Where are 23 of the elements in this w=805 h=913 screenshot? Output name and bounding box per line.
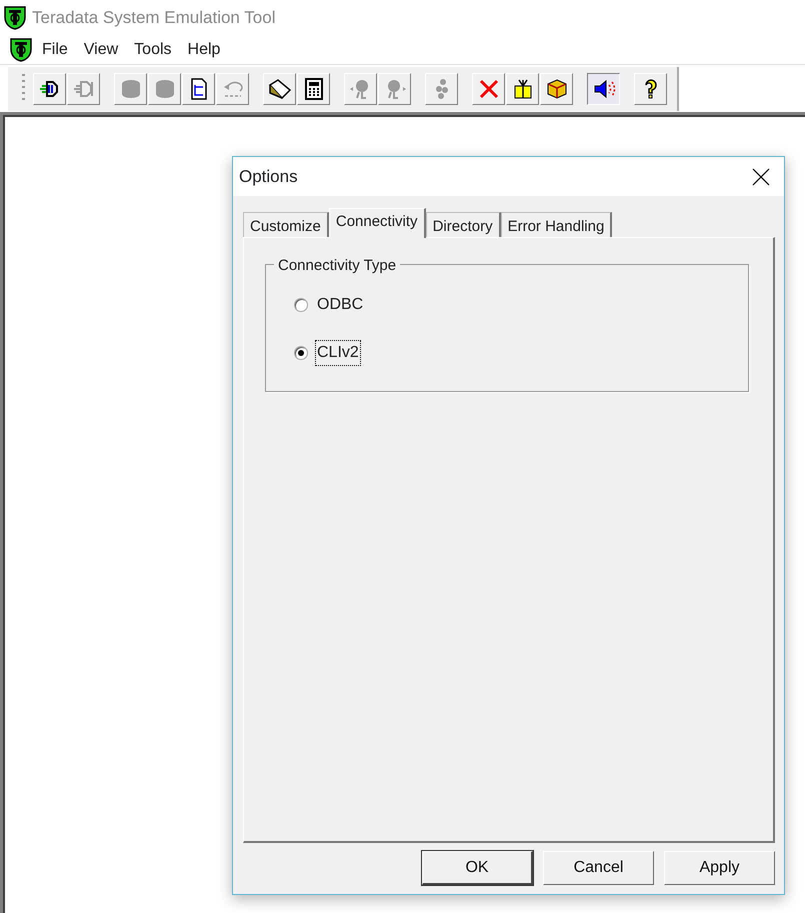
menu-item[interactable]: File [36,38,74,62]
radio-button[interactable] [294,346,308,360]
toolbar-button[interactable] [587,72,620,104]
shield-logo-icon [4,6,26,30]
dialog-button[interactable]: Apply [664,851,775,885]
menu-item[interactable]: View [78,38,124,62]
tab[interactable]: Directory [426,212,501,237]
box-icon [544,76,568,100]
menu-item[interactable]: Help [182,38,226,62]
radio-label[interactable]: CLIv2 [316,341,360,365]
dialog-title: Options [239,166,298,188]
window-title: Teradata System Emulation Tool [32,7,276,30]
tab[interactable]: Customize [243,212,329,237]
dialog-button[interactable]: OK [422,851,533,885]
radio-label[interactable]: ODBC [316,293,364,317]
shield-logo-icon [10,38,32,62]
radio-button[interactable] [294,298,308,312]
tab[interactable]: Connectivity [328,208,426,238]
close-icon [752,168,770,186]
dialog-button[interactable]: Cancel [543,851,654,885]
menu-item[interactable]: Tools [128,38,178,62]
tab[interactable]: Error Handling [500,212,612,237]
folder-icon [268,76,292,100]
